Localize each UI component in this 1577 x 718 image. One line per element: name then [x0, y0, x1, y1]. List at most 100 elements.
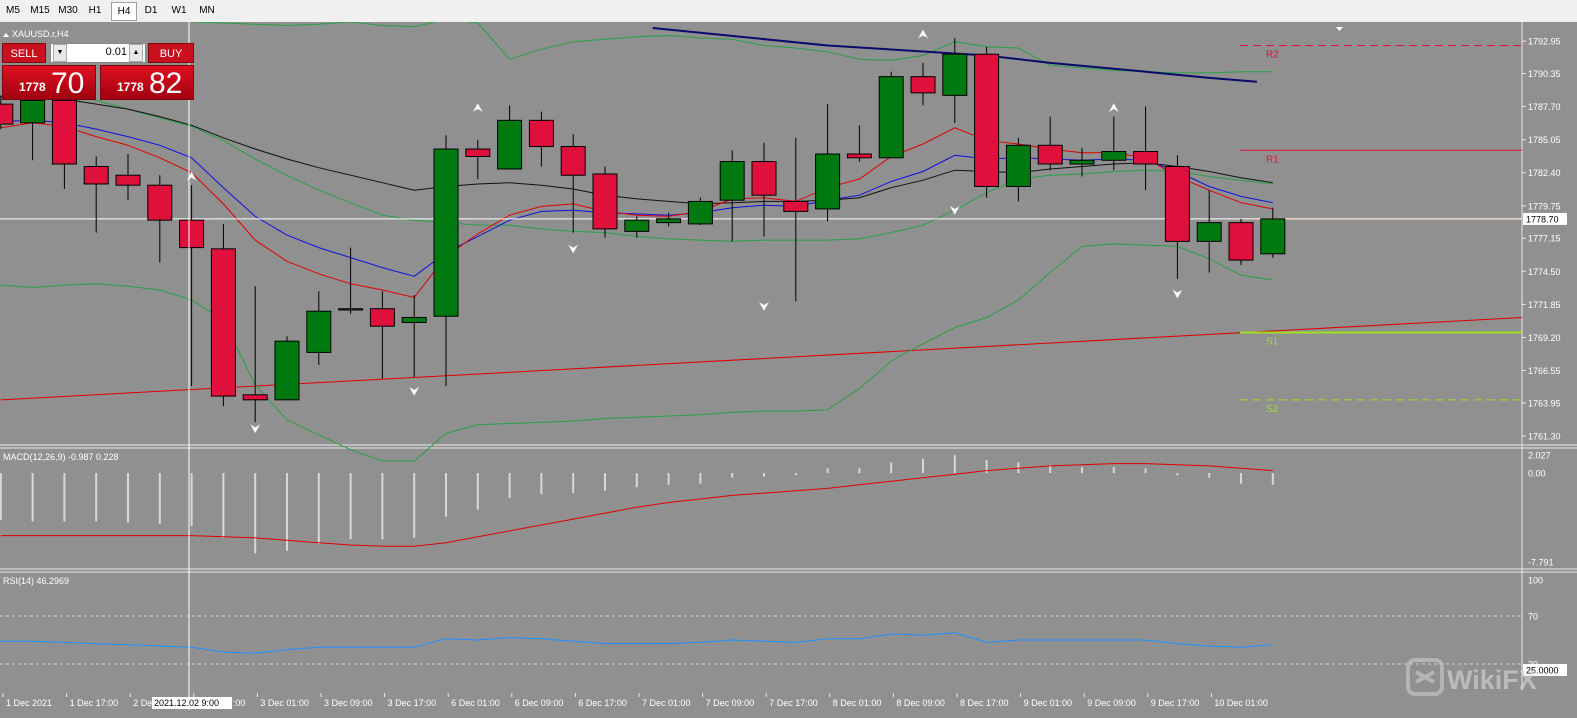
price-axis-label: 1763.95 [1528, 398, 1561, 408]
macd-histogram-bar [127, 473, 129, 523]
bull-candle-body [624, 219, 650, 232]
macd-histogram-bar [572, 473, 575, 494]
macd-histogram-bar [508, 473, 511, 498]
macd-histogram-bar [667, 473, 670, 485]
bear-candle-body [592, 173, 618, 230]
rsi-axis-label: 100 [1528, 576, 1543, 586]
price-axis-label: 1777.15 [1528, 234, 1561, 244]
bear-candle-body [783, 200, 809, 212]
lot-size-value: 0.01 [105, 46, 127, 58]
time-axis-label: 8 Dec 17:00 [960, 698, 1009, 708]
pivot-r2-label: R2 [1266, 49, 1279, 60]
timeframe-d1-button[interactable]: D1 [140, 2, 162, 19]
bull-candle-body [401, 316, 427, 323]
macd-histogram-bar [1176, 473, 1179, 476]
timeframe-h1-button[interactable]: H1 [84, 2, 106, 19]
candle [878, 71, 904, 159]
lot-increase-icon[interactable]: ▲ [129, 44, 143, 62]
macd-histogram-bar [254, 473, 257, 554]
bull-candle-body [20, 99, 46, 124]
chart-background [0, 22, 1577, 718]
price-axis-label: 1787.70 [1528, 102, 1561, 112]
macd-histogram-bar [1208, 473, 1211, 478]
price-axis-label: 1766.55 [1528, 366, 1561, 376]
macd-histogram-bar [635, 473, 638, 488]
macd-histogram-bar [1144, 468, 1147, 473]
bear-candle-body [242, 394, 268, 401]
macd-histogram-bar [158, 473, 161, 524]
bull-candle-body [497, 119, 523, 170]
macd-histogram-bar [413, 473, 416, 538]
candle [274, 336, 300, 401]
macd-histogram-bar [1271, 473, 1274, 485]
bull-candle-body [815, 153, 841, 210]
bear-candle-body [910, 76, 936, 94]
bull-candle-body [1069, 159, 1095, 165]
time-axis-label: 8 Dec 09:00 [896, 698, 945, 708]
price-axis-label: 1779.75 [1528, 201, 1561, 211]
price-axis-label: 1790.35 [1528, 69, 1561, 79]
timeframe-m30-button[interactable]: M30 [56, 2, 80, 19]
lot-size-input[interactable]: ▼ 0.01 ▲ [50, 43, 146, 63]
macd-histogram-bar [922, 458, 924, 473]
bear-candle-body [560, 146, 586, 176]
bear-candle-body [1228, 222, 1254, 261]
timeframe-mn-button[interactable]: MN [195, 2, 219, 19]
macd-label: MACD(12,26,9) -0.987 0.228 [3, 452, 119, 462]
candle [210, 223, 236, 407]
time-axis-label: 6 Dec 17:00 [578, 698, 627, 708]
candle [1228, 218, 1254, 266]
macd-histogram-bar [31, 473, 34, 522]
sell-price-pips: 70 [51, 67, 85, 100]
buy-price-button[interactable]: 1778 82 [100, 65, 194, 100]
macd-axis-label: 2.027 [1528, 451, 1551, 461]
macd-histogram-bar [286, 473, 288, 551]
rsi-label: RSI(14) 46.2969 [3, 576, 69, 586]
macd-histogram-bar [0, 473, 2, 521]
bear-candle-body [751, 161, 777, 196]
macd-histogram-bar [890, 462, 893, 473]
candle [592, 166, 618, 238]
buy-button[interactable]: BUY [148, 43, 194, 63]
price-axis-label: 1785.05 [1528, 135, 1561, 145]
current-price-label: 1778.70 [1526, 214, 1559, 224]
bear-candle-body [147, 184, 173, 221]
pivot-s1-label: S1 [1266, 336, 1279, 347]
macd-histogram-bar [95, 473, 98, 522]
bull-candle-body [1005, 144, 1031, 187]
bear-candle-body [528, 119, 554, 148]
macd-histogram-bar [1240, 473, 1242, 484]
pivot-s2-label: S2 [1266, 404, 1279, 415]
bear-candle-body [465, 148, 491, 158]
time-axis-label: 9 Dec 17:00 [1151, 698, 1200, 708]
bear-candle-body [115, 174, 141, 186]
bear-candle-body [1164, 165, 1190, 242]
rsi-axis-label: 70 [1528, 612, 1538, 622]
price-axis-label: 1792.95 [1528, 37, 1561, 47]
timeframe-toolbar: M5 M15 M30 H1 H4 D1 W1 MN [0, 0, 1577, 23]
bear-candle-body [0, 103, 14, 125]
time-axis-label: 9 Dec 09:00 [1087, 698, 1136, 708]
macd-histogram-bar [763, 473, 765, 477]
timeframe-m15-button[interactable]: M15 [28, 2, 52, 19]
timeframe-w1-button[interactable]: W1 [168, 2, 190, 19]
macd-histogram-bar [317, 473, 320, 544]
time-axis-label: 8 Dec 01:00 [833, 698, 882, 708]
price-axis-label: 1769.20 [1528, 333, 1561, 343]
time-axis-label: 3 Dec 09:00 [324, 698, 373, 708]
sell-button[interactable]: SELL [2, 43, 46, 63]
time-axis-label: 1 Dec 2021 [6, 698, 52, 708]
chart-canvas[interactable]: XAUUSD.r,H4 MACD(12,26,9) -0.987 0.228 R… [0, 22, 1577, 718]
sell-price-prefix: 1778 [19, 80, 46, 94]
timeframe-h4-button[interactable]: H4 [111, 2, 137, 21]
sell-price-button[interactable]: 1778 70 [2, 65, 96, 100]
macd-histogram-bar [381, 473, 384, 540]
lot-decrease-icon[interactable]: ▼ [53, 44, 67, 62]
macd-histogram-bar [1017, 462, 1020, 473]
macd-histogram-bar [604, 473, 606, 491]
timeframe-m5-button[interactable]: M5 [2, 2, 24, 19]
time-axis-label: 6 Dec 09:00 [515, 698, 564, 708]
macd-histogram-bar [222, 473, 225, 538]
bull-candle-body [274, 340, 300, 401]
macd-histogram-bar [190, 473, 193, 527]
